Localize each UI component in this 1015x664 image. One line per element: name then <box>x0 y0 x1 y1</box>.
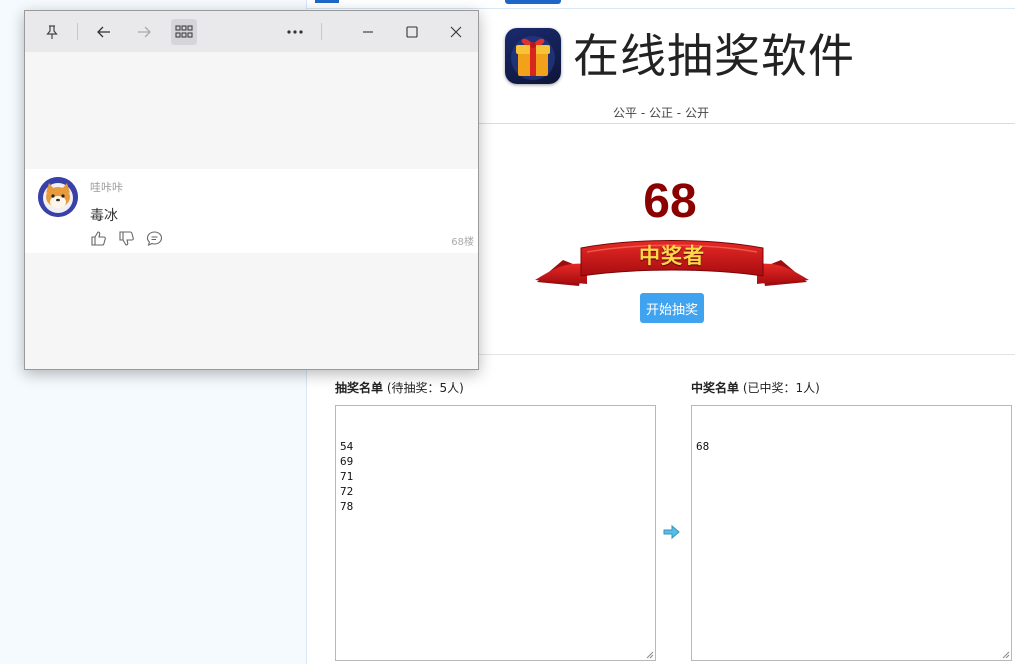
toolbar-separator <box>321 23 322 40</box>
pending-list-title: 抽奖名单 <box>335 381 384 395</box>
top-tab-stub <box>505 0 561 4</box>
gift-box-logo <box>505 28 561 84</box>
winner-list-label: 中奖名单 (已中奖：1人) <box>691 379 820 396</box>
arrow-left-icon[interactable] <box>93 21 115 43</box>
comment-text: 毒冰 <box>90 208 118 224</box>
resize-grip-icon[interactable] <box>1001 650 1010 659</box>
list-item: 72 <box>340 485 354 498</box>
window-titlebar <box>25 11 478 52</box>
ribbon-label: 中奖者 <box>639 244 705 268</box>
arrow-right-icon[interactable] <box>133 21 155 43</box>
winner-list-textarea[interactable]: 68 <box>691 405 1012 661</box>
pending-list-label: 抽奖名单 (待抽奖：5人) <box>335 379 464 396</box>
list-item: 68 <box>696 440 710 453</box>
list-item: 69 <box>340 455 354 468</box>
reply-icon[interactable] <box>146 230 163 247</box>
comment-item: 哇咔咔 毒冰 68楼 <box>25 169 478 253</box>
winner-list-count: (已中奖：1人) <box>742 381 820 395</box>
close-icon[interactable] <box>445 21 467 43</box>
floating-comment-window: 哇咔咔 毒冰 68楼 <box>24 10 479 370</box>
minimize-icon[interactable] <box>357 21 379 43</box>
pending-list-items: 54 69 71 72 78 <box>340 439 651 514</box>
thumbs-down-icon[interactable] <box>118 230 135 247</box>
pending-list-count: (待抽奖：5人) <box>386 381 464 395</box>
maximize-icon[interactable] <box>401 21 423 43</box>
more-icon[interactable] <box>284 21 306 43</box>
resize-grip-icon[interactable] <box>645 650 654 659</box>
pin-icon[interactable] <box>41 21 63 43</box>
avatar[interactable] <box>38 177 78 217</box>
winner-list-title: 中奖名单 <box>691 381 740 395</box>
pending-list-textarea[interactable]: 54 69 71 72 78 <box>335 405 656 661</box>
grid-icon[interactable] <box>171 19 197 45</box>
comment-floor: 68楼 <box>451 237 474 248</box>
toolbar-separator <box>77 23 78 40</box>
thumbs-up-icon[interactable] <box>90 230 107 247</box>
list-item: 71 <box>340 470 354 483</box>
arrow-right-icon <box>663 524 680 540</box>
start-draw-button[interactable]: 开始抽奖 <box>640 293 704 323</box>
winner-number: 68 <box>643 175 697 228</box>
list-item: 78 <box>340 500 354 513</box>
winner-list-items: 68 <box>696 439 1007 454</box>
page-title: 在线抽奖软件 <box>573 29 855 83</box>
top-tab-stub <box>315 0 339 3</box>
top-border <box>307 8 1015 9</box>
list-item: 54 <box>340 440 354 453</box>
comment-username[interactable]: 哇咔咔 <box>90 179 123 195</box>
